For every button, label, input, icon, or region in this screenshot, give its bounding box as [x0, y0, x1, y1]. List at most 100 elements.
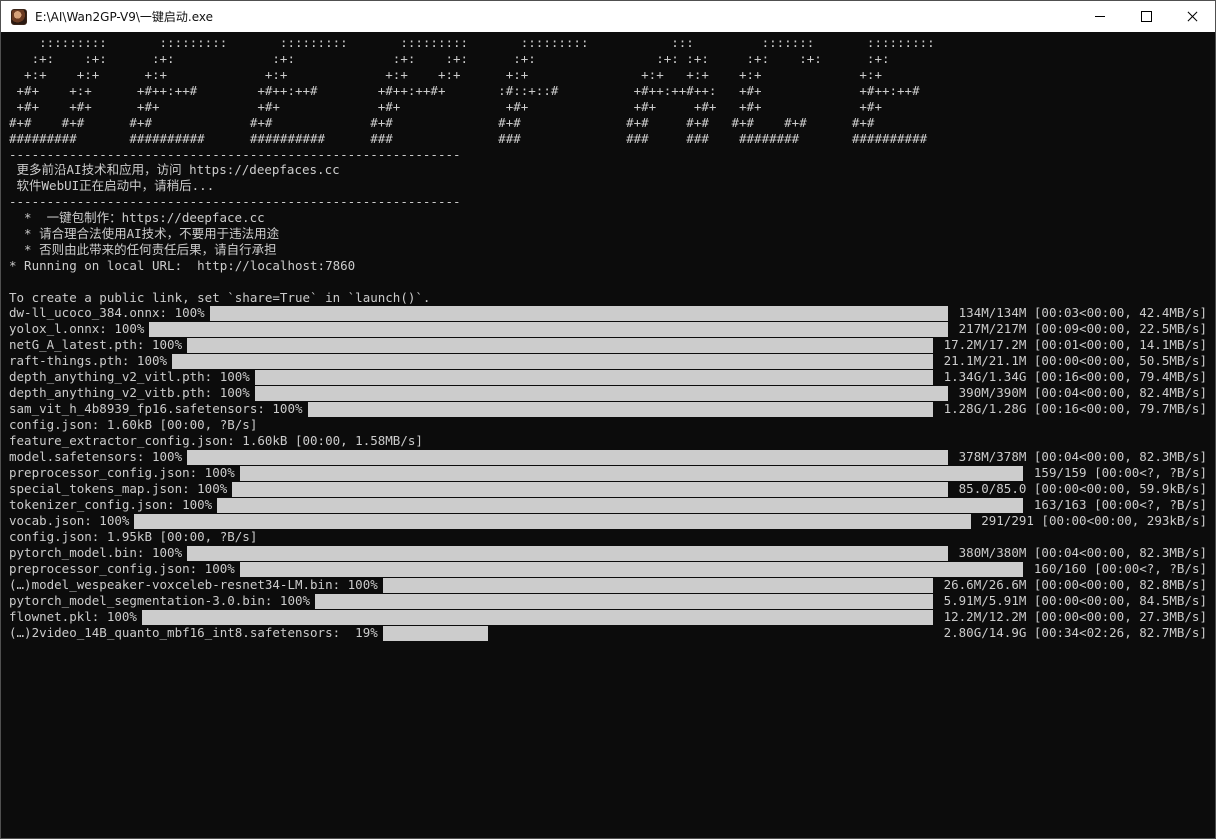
- divider-line: ----------------------------------------…: [9, 194, 461, 209]
- file-label: tokenizer_config.json: 100%: [9, 497, 213, 512]
- file-label: raft-things.pth: 100%: [9, 353, 168, 368]
- download-progress-row: model.safetensors: 100% 378M/378M [00:04…: [9, 449, 1207, 465]
- progress-bar: [187, 338, 933, 353]
- running-url-line: * Running on local URL: http://localhost…: [9, 258, 356, 273]
- download-stats: 26.6M/26.6M [00:00<00:00, 82.8MB/s]: [936, 577, 1207, 592]
- download-stats: 380M/380M [00:04<00:00, 82.3MB/s]: [951, 545, 1207, 560]
- progress-bar: [240, 562, 1023, 577]
- file-label: preprocessor_config.json: 100%: [9, 465, 235, 480]
- download-progress-row: dw-ll_ucoco_384.onnx: 100% 134M/134M [00…: [9, 305, 1207, 321]
- file-label: sam_vit_h_4b8939_fp16.safetensors: 100%: [9, 401, 303, 416]
- download-stats: 160/160 [00:00<?, ?B/s]: [1026, 561, 1207, 576]
- progress-bar: [255, 370, 933, 385]
- file-label: depth_anything_v2_vitb.pth: 100%: [9, 385, 250, 400]
- download-progress-row: preprocessor_config.json: 100% 160/160 […: [9, 561, 1207, 577]
- progress-bar: [383, 626, 932, 641]
- file-label: special_tokens_map.json: 100%: [9, 481, 228, 496]
- note-line: * 一键包制作：https://deepface.cc: [9, 210, 265, 225]
- ascii-art-banner: ::::::::: ::::::::: ::::::::: ::::::::: …: [9, 35, 935, 146]
- progress-fill: [241, 562, 1023, 577]
- progress-bar: [210, 306, 948, 321]
- info-line: 软件WebUI正在启动中，请稍后...: [9, 178, 215, 193]
- note-line: * 否则由此带来的任何责任后果，请自行承担: [9, 242, 277, 257]
- download-progress-row: flownet.pkl: 100% 12.2M/12.2M [00:00<00:…: [9, 609, 1207, 625]
- log-text: config.json: 1.60kB [00:00, ?B/s]: [9, 417, 258, 432]
- download-progress-row: netG_A_latest.pth: 100% 17.2M/17.2M [00:…: [9, 337, 1207, 353]
- download-stats: 17.2M/17.2M [00:01<00:00, 14.1MB/s]: [936, 337, 1207, 352]
- progress-bar: [315, 594, 933, 609]
- progress-bar: [217, 498, 1023, 513]
- progress-fill: [218, 498, 1023, 513]
- progress-bar: [187, 546, 948, 561]
- progress-fill: [256, 370, 933, 385]
- file-label: depth_anything_v2_vitl.pth: 100%: [9, 369, 250, 384]
- download-stats: 159/159 [00:00<?, ?B/s]: [1026, 465, 1207, 480]
- file-label: yolox_l.onnx: 100%: [9, 321, 145, 336]
- download-progress-row: preprocessor_config.json: 100% 159/159 […: [9, 465, 1207, 481]
- download-stats: 291/291 [00:00<00:00, 293kB/s]: [973, 513, 1207, 528]
- console-window: E:\AI\Wan2GP-V9\一键启动.exe ::::::::: :::::…: [0, 0, 1216, 839]
- maximize-button[interactable]: [1123, 1, 1169, 32]
- scrollbar[interactable]: [1209, 32, 1215, 838]
- note-line: * 请合理合法使用AI技术，不要用于违法用途: [9, 226, 280, 241]
- file-label: netG_A_latest.pth: 100%: [9, 337, 183, 352]
- progress-fill: [241, 466, 1023, 481]
- download-stats: 1.34G/1.34G [00:16<00:00, 79.4MB/s]: [936, 369, 1207, 384]
- file-label: (…)2video_14B_quanto_mbf16_int8.safetens…: [9, 625, 378, 640]
- progress-fill: [188, 338, 933, 353]
- progress-bar: [172, 354, 933, 369]
- file-label: (…)model_wespeaker-voxceleb-resnet34-LM.…: [9, 577, 378, 592]
- download-progress-row: special_tokens_map.json: 100% 85.0/85.0 …: [9, 481, 1207, 497]
- download-progress-row: vocab.json: 100% 291/291 [00:00<00:00, 2…: [9, 513, 1207, 529]
- progress-fill: [173, 354, 933, 369]
- progress-fill: [143, 610, 933, 625]
- public-link-hint: To create a public link, set `share=True…: [9, 290, 431, 305]
- minimize-button[interactable]: [1077, 1, 1123, 32]
- file-label: preprocessor_config.json: 100%: [9, 561, 235, 576]
- console-output[interactable]: ::::::::: ::::::::: ::::::::: ::::::::: …: [1, 32, 1215, 838]
- download-stats: 134M/134M [00:03<00:00, 42.4MB/s]: [951, 305, 1207, 320]
- progress-bar: [134, 514, 971, 529]
- window-title: E:\AI\Wan2GP-V9\一键启动.exe: [35, 10, 214, 24]
- progress-fill: [188, 546, 948, 561]
- progress-bar: [383, 578, 933, 593]
- download-stats: 5.91M/5.91M [00:00<00:00, 84.5MB/s]: [936, 593, 1207, 608]
- progress-bar: [187, 450, 948, 465]
- progress-fill: [309, 402, 933, 417]
- download-progress-row: depth_anything_v2_vitl.pth: 100% 1.34G/1…: [9, 369, 1207, 385]
- progress-fill: [150, 322, 948, 337]
- download-progress-row: pytorch_model.bin: 100% 380M/380M [00:04…: [9, 545, 1207, 561]
- download-progress-row: raft-things.pth: 100% 21.1M/21.1M [00:00…: [9, 353, 1207, 369]
- title-bar[interactable]: E:\AI\Wan2GP-V9\一键启动.exe: [1, 1, 1215, 32]
- file-label: pytorch_model.bin: 100%: [9, 545, 183, 560]
- file-label: vocab.json: 100%: [9, 513, 130, 528]
- download-progress-row: sam_vit_h_4b8939_fp16.safetensors: 100% …: [9, 401, 1207, 417]
- log-line: config.json: 1.60kB [00:00, ?B/s]: [9, 417, 1207, 433]
- progress-fill: [188, 450, 948, 465]
- progress-bar: [142, 610, 933, 625]
- download-stats: 2.80G/14.9G [00:34<02:26, 82.7MB/s]: [936, 625, 1207, 640]
- app-icon[interactable]: [11, 8, 27, 25]
- download-progress-row: (…)2video_14B_quanto_mbf16_int8.safetens…: [9, 625, 1207, 641]
- download-progress-row: yolox_l.onnx: 100% 217M/217M [00:09<00:0…: [9, 321, 1207, 337]
- progress-fill: [316, 594, 933, 609]
- download-stats: 1.28G/1.28G [00:16<00:00, 79.7MB/s]: [936, 401, 1207, 416]
- progress-fill: [256, 386, 948, 401]
- log-text: config.json: 1.95kB [00:00, ?B/s]: [9, 529, 258, 544]
- download-stats: 378M/378M [00:04<00:00, 82.3MB/s]: [951, 449, 1207, 464]
- download-stats: 21.1M/21.1M [00:00<00:00, 50.5MB/s]: [936, 353, 1207, 368]
- file-label: pytorch_model_segmentation-3.0.bin: 100%: [9, 593, 311, 608]
- progress-fill: [135, 514, 971, 529]
- progress-fill: [233, 482, 948, 497]
- progress-fill: [384, 578, 933, 593]
- file-label: model.safetensors: 100%: [9, 449, 183, 464]
- download-progress-row: tokenizer_config.json: 100% 163/163 [00:…: [9, 497, 1207, 513]
- download-stats: 12.2M/12.2M [00:00<00:00, 27.3MB/s]: [936, 609, 1207, 624]
- progress-bar: [149, 322, 948, 337]
- download-stats: 217M/217M [00:09<00:00, 22.5MB/s]: [951, 321, 1207, 336]
- download-progress-row: pytorch_model_segmentation-3.0.bin: 100%…: [9, 593, 1207, 609]
- progress-fill: [211, 306, 948, 321]
- progress-bar: [232, 482, 948, 497]
- download-stats: 390M/390M [00:04<00:00, 82.4MB/s]: [951, 385, 1207, 400]
- close-button[interactable]: [1169, 1, 1215, 32]
